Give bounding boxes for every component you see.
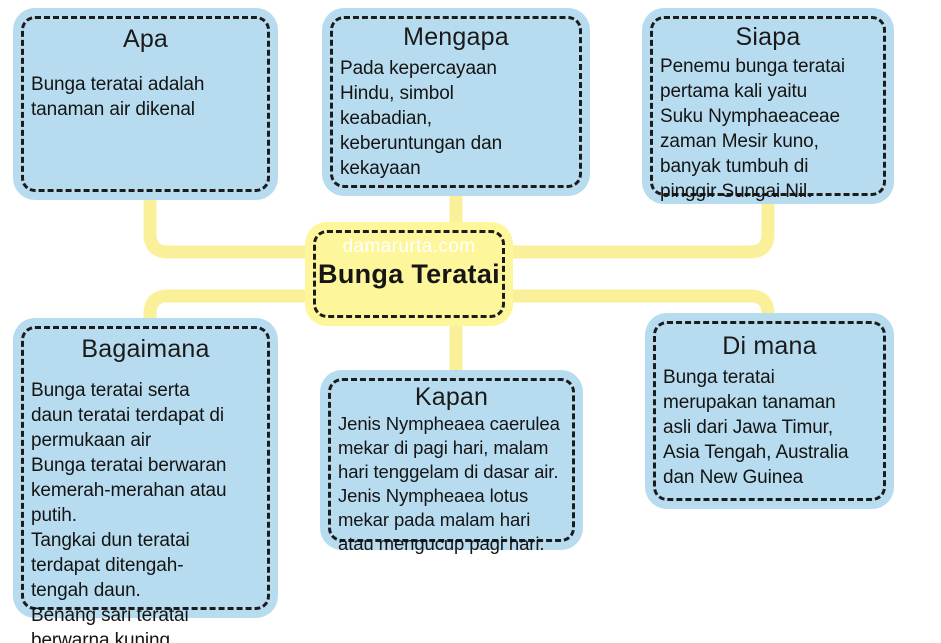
center-node[interactable]: damarurta.com Bunga Teratai xyxy=(305,222,513,326)
connector-center-to-bagaimana xyxy=(143,289,312,327)
branch-node-siapa[interactable]: Siapa Penemu bunga teratai pertama kali … xyxy=(642,8,894,204)
node-body-siapa: Penemu bunga teratai pertama kali yaitu … xyxy=(660,56,845,202)
node-title-siapa: Siapa xyxy=(735,23,801,51)
node-content: Kapan Jenis Nympheaea caerulea mekar di … xyxy=(328,378,575,554)
node-content: Di mana Bunga teratai merupakan tanaman … xyxy=(653,321,886,501)
node-content: Bunga Teratai xyxy=(313,230,505,318)
node-title-mengapa: Mengapa xyxy=(403,23,509,51)
branch-node-dimana[interactable]: Di mana Bunga teratai merupakan tanaman … xyxy=(645,313,894,509)
node-content: Siapa Penemu bunga teratai pertama kali … xyxy=(650,16,886,202)
branch-node-kapan[interactable]: Kapan Jenis Nympheaea caerulea mekar di … xyxy=(320,370,583,554)
node-content: Apa Bunga teratai adalah tanaman air dik… xyxy=(21,16,270,192)
mind-map-canvas: Apa Bunga teratai adalah tanaman air dik… xyxy=(0,0,941,643)
node-body-dimana: Bunga teratai merupakan tanaman asli dar… xyxy=(663,367,849,488)
node-content: Bagaimana Bunga teratai serta daun terat… xyxy=(21,326,270,643)
node-body-apa: Bunga teratai adalah tanaman air dikenal xyxy=(31,74,205,120)
node-title-bagaimana: Bagaimana xyxy=(81,335,210,363)
node-title-dimana: Di mana xyxy=(722,332,817,360)
branch-node-bagaimana[interactable]: Bagaimana Bunga teratai serta daun terat… xyxy=(13,318,278,643)
center-node-title: Bunga Teratai xyxy=(318,258,500,289)
branch-node-mengapa[interactable]: Mengapa Pada kepercayaan Hindu, simbol k… xyxy=(322,8,590,196)
connector-center-to-siapa xyxy=(506,197,775,259)
connector-center-to-apa xyxy=(143,193,312,259)
node-body-kapan: Jenis Nympheaea caerulea mekar di pagi h… xyxy=(338,413,560,554)
node-title-apa: Apa xyxy=(122,25,169,53)
node-body-bagaimana: Bunga teratai serta daun teratai terdapa… xyxy=(31,380,227,643)
node-title-kapan: Kapan xyxy=(414,383,489,411)
node-content: Mengapa Pada kepercayaan Hindu, simbol k… xyxy=(330,16,582,188)
node-body-mengapa: Pada kepercayaan Hindu, simbol keabadian… xyxy=(340,58,503,179)
branch-node-apa[interactable]: Apa Bunga teratai adalah tanaman air dik… xyxy=(13,8,278,200)
